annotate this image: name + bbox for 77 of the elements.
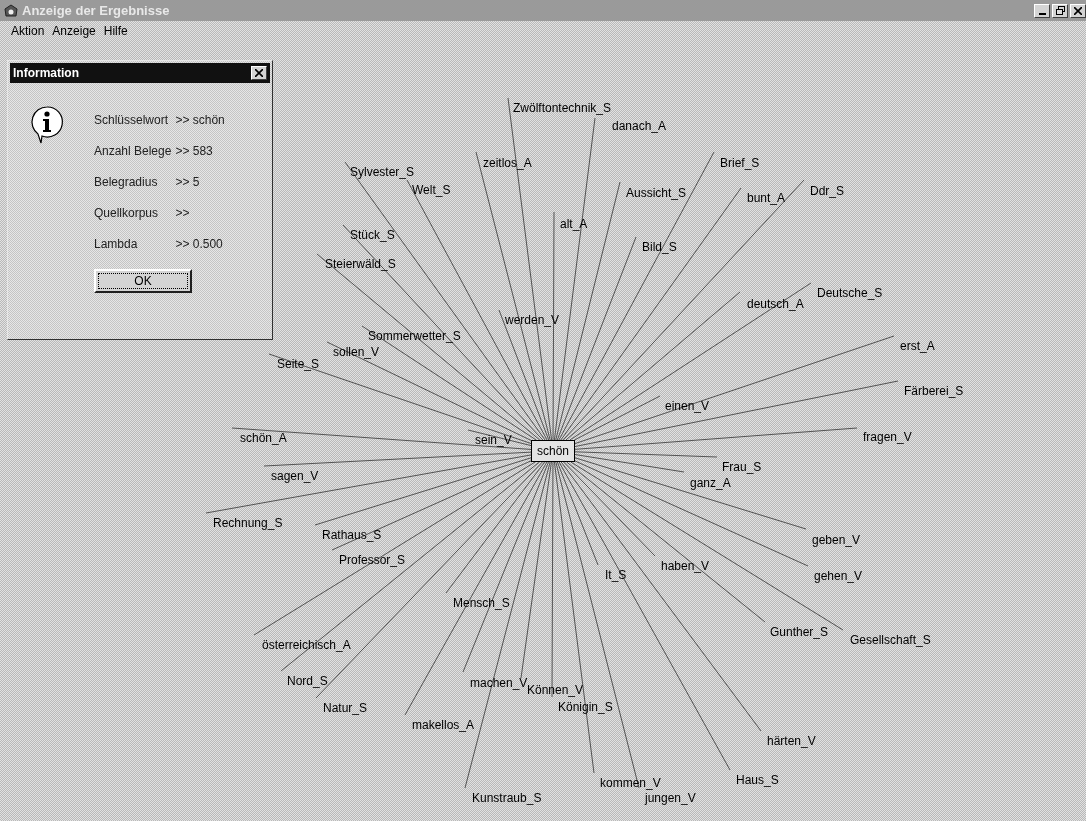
window-title: Anzeige der Ergebnisse (22, 3, 171, 18)
minimize-button[interactable] (1034, 3, 1050, 18)
close-button[interactable] (1070, 3, 1086, 18)
node-label[interactable]: Kunstraub_S (472, 790, 542, 806)
node-label[interactable]: zeitlos_A (483, 155, 532, 171)
node-label[interactable]: Brief_S (720, 155, 760, 171)
node-label[interactable]: Rathaus_S (322, 527, 382, 543)
node-label[interactable]: Gunther_S (770, 624, 829, 640)
node-label[interactable]: deutsch_A (747, 296, 804, 312)
node-label[interactable]: gehen_V (814, 568, 863, 584)
node-label[interactable]: Stück_S (350, 227, 395, 243)
node-label[interactable]: alt_A (560, 216, 588, 232)
node-label[interactable]: Königin_S (558, 699, 613, 715)
node-label[interactable]: geben_V (812, 532, 861, 548)
field-label: Schlüsselwort (94, 113, 170, 127)
node-label[interactable]: Färberei_S (904, 383, 964, 399)
field-label: Quellkorpus (94, 206, 160, 220)
node-label[interactable]: werden_V (505, 312, 560, 328)
node-label[interactable]: Mensch_S (453, 595, 510, 611)
field-value: >> 583 (175, 144, 214, 158)
node-label[interactable]: It_S (605, 567, 627, 583)
node-label[interactable]: Aussicht_S (626, 185, 687, 201)
node-label[interactable]: Rechnung_S (213, 515, 283, 531)
node-label[interactable]: jungen_V (645, 790, 696, 806)
close-icon (255, 69, 263, 77)
node-label[interactable]: bunt_A (747, 190, 786, 206)
node-label[interactable]: Sommerwetter_S (368, 328, 461, 344)
info-icon (30, 105, 64, 145)
field-label: Anzahl Belege (94, 144, 172, 158)
field-value: >> schön (175, 113, 225, 127)
node-label[interactable]: erst_A (900, 338, 935, 354)
node-label[interactable]: fragen_V (863, 429, 912, 445)
restore-icon (1055, 6, 1065, 15)
node-label[interactable]: sollen_V (333, 344, 380, 360)
node-label[interactable]: Bild_S (642, 239, 677, 255)
node-label[interactable]: Zwölftontechnik_S (513, 100, 612, 116)
node-label[interactable]: Seite_S (277, 356, 320, 372)
keyword-node[interactable]: schön (531, 440, 575, 462)
field-value: >> 0.500 (175, 237, 224, 251)
minimize-icon (1038, 12, 1046, 15)
node-label[interactable]: Haus_S (736, 772, 779, 788)
node-label[interactable]: kommen_V (600, 775, 661, 791)
menu-item[interactable]: Aktion (11, 23, 45, 38)
node-label[interactable]: österreichisch_A (262, 637, 351, 653)
node-label[interactable]: Professor_S (339, 552, 406, 568)
node-label[interactable]: Ddr_S (810, 183, 844, 199)
ok-button[interactable]: OK (94, 269, 192, 293)
node-label[interactable]: machen_V (470, 675, 528, 691)
node-label[interactable]: Natur_S (323, 700, 368, 716)
node-label[interactable]: Nord_S (287, 673, 328, 689)
node-label[interactable]: ganz_A (690, 475, 731, 491)
close-icon (1074, 6, 1082, 15)
node-label[interactable]: Steierwäld_S (325, 256, 396, 272)
field-label: Belegradius (94, 175, 159, 189)
field-value: >> 5 (175, 175, 201, 189)
restore-button[interactable] (1052, 3, 1068, 18)
node-label[interactable]: sagen_V (271, 468, 319, 484)
node-label[interactable]: Deutsche_S (817, 285, 883, 301)
node-label[interactable]: Frau_S (722, 459, 762, 475)
node-label[interactable]: schön_A (240, 430, 287, 446)
node-label[interactable]: härten_V (767, 733, 816, 749)
field-value: >> (175, 206, 191, 220)
node-label[interactable]: Gesellschaft_S (850, 632, 931, 648)
node-label[interactable]: danach_A (612, 118, 667, 134)
node-label[interactable]: einen_V (665, 398, 710, 414)
node-label[interactable]: haben_V (661, 558, 710, 574)
node-label[interactable]: Können_V (527, 682, 584, 698)
node-label[interactable]: Welt_S (412, 182, 451, 198)
node-label[interactable]: sein_V (475, 432, 512, 448)
node-label[interactable]: makellos_A (412, 717, 475, 733)
close-button[interactable] (251, 66, 267, 80)
menu-item[interactable]: Hilfe (103, 23, 128, 38)
dialog-title: Information (13, 66, 79, 80)
app-icon (4, 3, 18, 18)
field-label: Lambda (94, 237, 139, 251)
node-label[interactable]: Sylvester_S (350, 164, 415, 180)
menu-item[interactable]: Anzeige (52, 23, 96, 38)
